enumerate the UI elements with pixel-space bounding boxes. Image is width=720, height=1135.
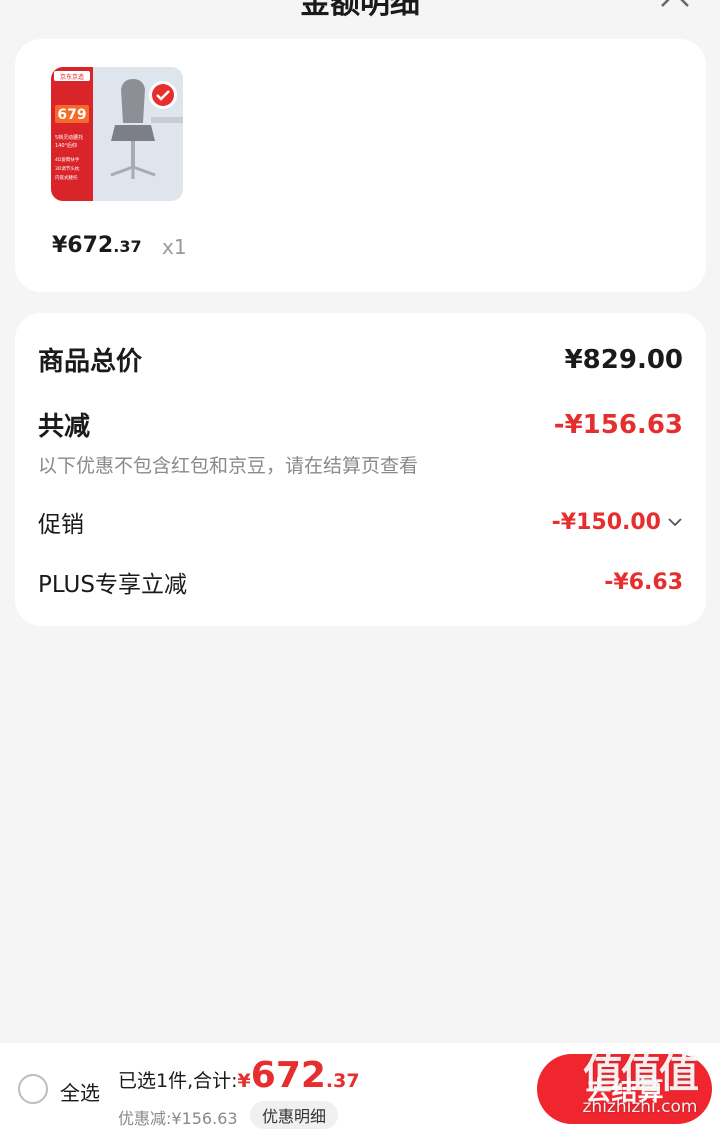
total-int: 672 (250, 1055, 326, 1096)
reduce-row: 共减 -¥156.63 (38, 406, 683, 443)
product-price: ¥672.37 (52, 233, 142, 258)
selected-total: 已选1件,合计: ¥ 672 .37 (118, 1055, 360, 1096)
thumb-line2: 140°后仰 (55, 142, 77, 149)
discount-amount: 优惠减:¥156.63 (118, 1109, 238, 1128)
product-image[interactable]: 京东京造 679 5档灵动腰托 140°后仰 4D旋臂扶手 3D调节头枕 内嵌式… (51, 67, 183, 201)
select-all-radio[interactable] (18, 1074, 48, 1104)
thumb-spec1: 4D旋臂扶手 (55, 156, 80, 163)
total-row: 商品总价 ¥829.00 (38, 341, 683, 378)
page-title: 金额明细 (300, 0, 420, 21)
select-all-label[interactable]: 全选 (60, 1077, 100, 1106)
selected-label: 已选1件,合计: (118, 1070, 238, 1092)
promo-value-wrap[interactable]: -¥150.00 (552, 510, 683, 535)
thumb-spec3: 内嵌式腰托 (55, 174, 78, 181)
checkout-bar: 全选 已选1件,合计: ¥ 672 .37 优惠减:¥156.63 优惠明细 去… (0, 1043, 720, 1135)
thumb-badge-text: 京东京造 (60, 73, 84, 81)
plus-label: PLUS专享立减 (38, 572, 187, 598)
total-value: ¥829.00 (564, 344, 683, 375)
reduce-value: -¥156.63 (553, 409, 683, 440)
thumb-promo-price: 679 (57, 107, 86, 123)
discount-note: 以下优惠不包含红包和京豆，请在结算页查看 (38, 455, 419, 477)
close-icon[interactable] (658, 0, 692, 10)
price-summary-card: 商品总价 ¥829.00 共减 -¥156.63 以下优惠不包含红包和京豆，请在… (15, 313, 706, 626)
discount-detail-button[interactable]: 优惠明细 (250, 1101, 339, 1129)
product-card: 京东京造 679 5档灵动腰托 140°后仰 4D旋臂扶手 3D调节头枕 内嵌式… (15, 39, 706, 292)
chevron-down-icon[interactable] (667, 517, 683, 527)
total-label: 商品总价 (38, 347, 143, 377)
promo-row[interactable]: 促销 -¥150.00 (38, 505, 683, 539)
plus-value: -¥6.63 (604, 569, 683, 595)
reduce-label: 共减 (38, 412, 91, 442)
product-quantity: x1 (162, 235, 187, 259)
total-yen: ¥ (237, 1070, 251, 1092)
thumb-spec2: 3D调节头枕 (55, 165, 80, 172)
promo-value: -¥150.00 (551, 509, 661, 535)
checkout-button[interactable]: 去结算 (537, 1054, 712, 1124)
product-price-int: ¥672 (52, 233, 114, 258)
chair-product-picture: 京东京造 679 5档灵动腰托 140°后仰 4D旋臂扶手 3D调节头枕 内嵌式… (51, 67, 183, 201)
total-cents: .37 (325, 1070, 360, 1092)
promo-label: 促销 (38, 512, 84, 538)
thumb-line1: 5档灵动腰托 (55, 134, 83, 141)
product-price-cents: .37 (113, 237, 142, 256)
plus-row: PLUS专享立减 -¥6.63 (38, 565, 683, 599)
